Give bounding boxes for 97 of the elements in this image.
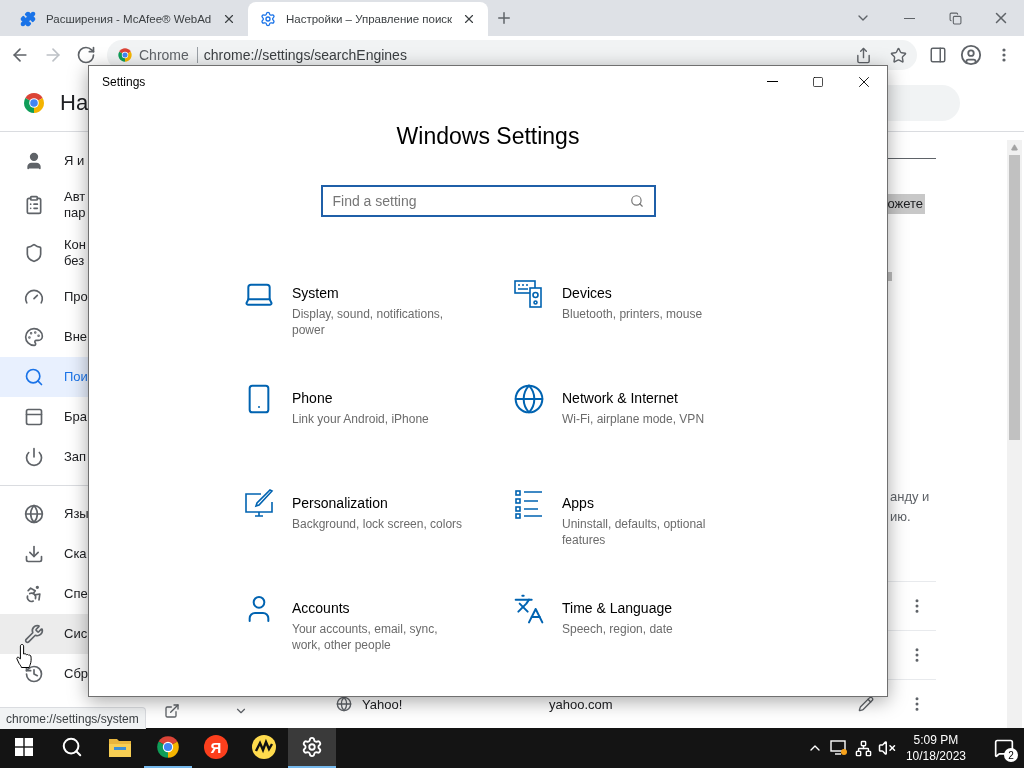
restore-icon	[948, 11, 962, 25]
wrench-icon	[24, 623, 44, 644]
clock-language-icon	[513, 593, 545, 625]
category-title[interactable]: Time & Language	[562, 600, 738, 616]
shield-icon	[24, 243, 44, 263]
category-description: Your accounts, email, sync, work, other people	[292, 621, 439, 653]
category-title[interactable]: Devices	[562, 285, 738, 301]
category-title[interactable]: Phone	[292, 390, 468, 406]
globe-icon	[513, 383, 545, 415]
paragraph-text: анду и	[890, 488, 931, 506]
engine-name: Yahoo!	[362, 696, 404, 712]
scrollbar-thumb[interactable]	[1009, 155, 1020, 440]
search-icon	[61, 736, 83, 758]
close-icon[interactable]	[222, 12, 236, 26]
category-description: Display, sound, notifications, power	[292, 306, 445, 338]
highlighted-text: ожете	[885, 193, 925, 214]
power-icon	[24, 447, 44, 467]
category-title[interactable]: Network & Internet	[562, 390, 738, 406]
keyboard-speaker-icon	[513, 278, 545, 310]
chrome-logo-icon	[117, 47, 133, 63]
history-icon	[24, 663, 44, 684]
accessibility-icon	[24, 583, 44, 604]
settings-icon	[260, 11, 276, 27]
external-link-icon	[164, 702, 180, 719]
category-description: Speech, region, date	[562, 621, 674, 637]
scroll-up-icon	[1011, 144, 1018, 151]
globe-icon	[24, 503, 44, 524]
category-title[interactable]: Accounts	[292, 600, 468, 616]
reload-icon	[76, 45, 96, 65]
taskbar-app[interactable]	[288, 728, 336, 768]
sidebar-item[interactable]: Сбр	[0, 653, 232, 694]
window-title: Settings	[102, 74, 147, 89]
sidebar-item[interactable]: Про	[0, 277, 232, 317]
share-icon[interactable]	[855, 46, 872, 64]
clipboard-icon	[24, 195, 44, 215]
bookmark-star-icon[interactable]	[890, 46, 907, 64]
screen-alert-icon[interactable]	[828, 739, 849, 757]
hand-cursor-icon	[16, 643, 34, 669]
engine-keyword: yahoo.com	[549, 696, 614, 712]
sidebar-item[interactable]: Язы	[0, 493, 232, 534]
category-description: Uninstall, defaults, optional features	[562, 516, 707, 548]
category-description: Background, lock screen, colors	[292, 516, 464, 532]
category-title[interactable]: System	[292, 285, 468, 301]
sidebar-item[interactable]: Спе	[0, 573, 232, 614]
settings-icon	[301, 736, 323, 758]
paragraph-text: ию.	[890, 508, 912, 526]
search-field[interactable]: Find a setting	[320, 185, 656, 217]
gauge-icon	[24, 287, 44, 307]
maximize-icon	[812, 75, 824, 88]
puzzle-icon	[20, 11, 36, 27]
person-icon	[24, 151, 44, 171]
category-title[interactable]: Personalization	[292, 495, 468, 511]
minimize-icon	[766, 81, 778, 82]
sidebar-item[interactable]: Кон без	[0, 229, 232, 277]
sidebar-item[interactable]: Я и	[0, 141, 232, 181]
folder-icon	[108, 736, 132, 758]
settings-heading: Windows Settings	[395, 123, 581, 150]
monitor-brush-icon	[243, 488, 275, 520]
palette-icon	[24, 327, 44, 347]
taskbar-app[interactable]: Я	[192, 728, 240, 768]
search-icon	[24, 367, 44, 387]
category-title[interactable]: Apps	[562, 495, 738, 511]
chrome-logo-icon	[155, 734, 181, 760]
clock[interactable]: 5:09 PM 10/18/2023	[905, 732, 966, 764]
yandex-logo: Я	[204, 735, 228, 759]
notification-count: 2	[1004, 748, 1018, 762]
site-chip: Chrome	[139, 47, 198, 63]
url-text: chrome://settings/searchEngines	[203, 47, 408, 63]
volume-muted-icon[interactable]	[877, 739, 896, 757]
minimize-icon	[903, 17, 915, 19]
more-icon	[1002, 48, 1006, 62]
side-panel-icon	[929, 46, 947, 64]
windows-logo-icon	[15, 738, 33, 756]
status-url: chrome://settings/system	[0, 707, 146, 729]
sidebar-item[interactable]: Ска	[0, 533, 232, 574]
page-title: На	[60, 89, 89, 116]
sidebar-item[interactable]: Авт пар	[0, 181, 232, 229]
music-logo-icon	[251, 734, 277, 760]
category-description: Bluetooth, printers, mouse	[562, 306, 704, 322]
edit-icon[interactable]	[858, 696, 874, 712]
globe-icon	[336, 696, 352, 712]
browser-window-icon	[24, 407, 44, 427]
browser-tab[interactable]: Настройки – Управление поиск	[248, 2, 489, 36]
message-icon	[994, 738, 1014, 758]
category-description: Wi-Fi, airplane mode, VPN	[562, 411, 706, 427]
avatar-icon	[960, 44, 982, 66]
search-icon	[629, 194, 644, 208]
network-icon[interactable]	[854, 739, 872, 757]
download-icon	[24, 543, 44, 564]
sidebar-item[interactable]: Бра	[0, 397, 232, 437]
notification-button[interactable]: 2	[984, 728, 1024, 768]
browser-tab[interactable]: Расширения - McAfee® WebAd	[8, 2, 248, 36]
sidebar-item[interactable]: Вне	[0, 317, 232, 357]
app-list-icon	[513, 488, 545, 520]
category-description: Link your Android, iPhone	[292, 411, 430, 427]
chrome-logo-icon	[22, 90, 46, 115]
sidebar-item[interactable]: Зап	[0, 437, 232, 477]
